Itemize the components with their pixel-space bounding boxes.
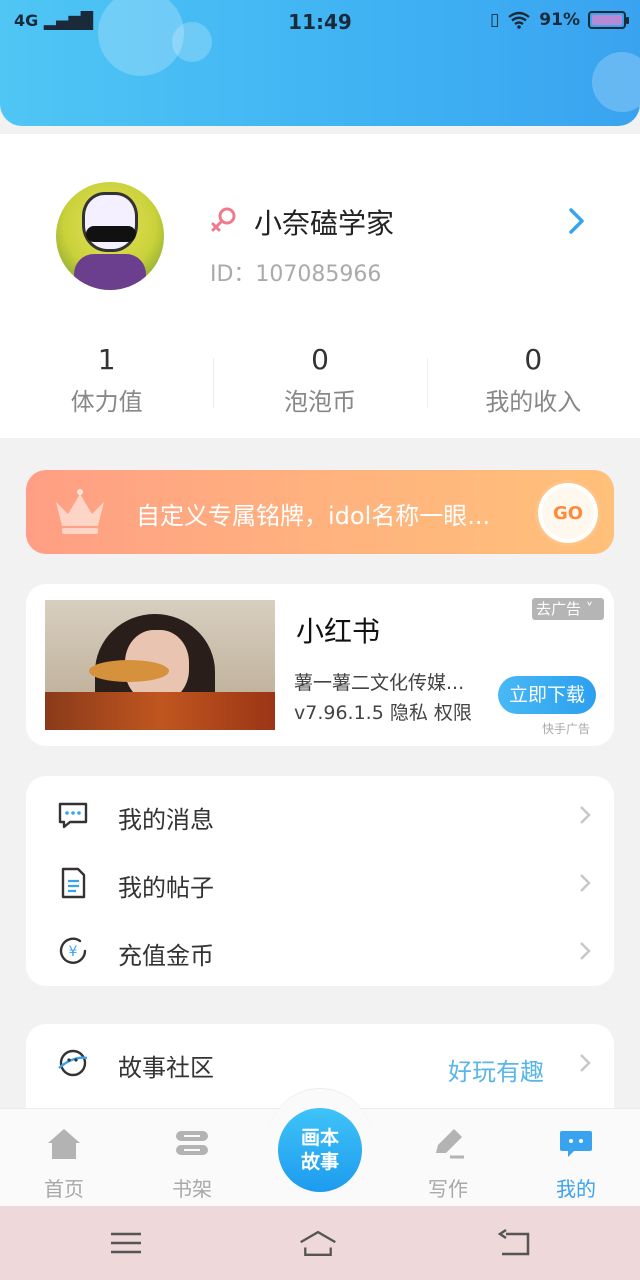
ad-title: 小红书 [296,615,381,648]
home-button-icon[interactable] [298,1226,338,1260]
home-icon [48,1129,80,1159]
menu-item-messages[interactable]: 我的消息 [26,780,614,848]
chevron-right-icon [580,942,591,960]
draw-story-button[interactable]: 画本故事 [278,1108,362,1192]
stat-bubble-coins[interactable]: 0 泡泡币 [213,340,426,430]
battery-icon [588,11,629,29]
menu-item-posts[interactable]: 我的帖子 [26,848,614,916]
chat-bubble-icon [560,1131,592,1157]
status-bar: 4G ▂▄▆█ 11:49 ▯ 91% [0,0,640,44]
stat-income[interactable]: 0 我的收入 [426,340,640,430]
chevron-right-icon [580,874,591,892]
battery-percent: 91% [539,10,580,30]
bookshelf-icon [176,1131,208,1155]
tab-bookshelf[interactable]: 书架 [152,1119,232,1202]
coin-icon: ¥ [59,937,87,964]
ad-company: 薯一薯二文化传媒... [294,672,465,694]
ad-image[interactable] [45,600,275,730]
remove-ad-button[interactable]: 去广告 ˅ [532,598,604,620]
system-navigation-bar [0,1206,640,1280]
chevron-right-icon[interactable] [566,206,588,236]
stats-row: 1 体力值 0 泡泡币 0 我的收入 [0,340,640,430]
pen-icon [436,1129,464,1159]
menu-item-story-community[interactable]: 故事社区 好玩有趣 [26,1028,614,1096]
tab-mine[interactable]: 我的 [536,1119,616,1202]
vibrate-icon: ▯ [489,10,500,30]
document-icon [61,867,86,899]
menu-item-recharge[interactable]: ¥ 充值金币 [26,916,614,984]
draw-story-label: 画本故事 [300,1127,339,1173]
user-id: ID：107085966 [210,262,382,287]
ad-version[interactable]: v7.96.1.5 隐私 权限 [294,698,472,725]
chevron-right-icon [580,806,591,824]
ad-source: 快手广告 [542,722,591,736]
banner-text: 自定义专属铭牌，idol名称一眼... [136,502,491,530]
tab-write[interactable]: 写作 [408,1119,488,1202]
planet-icon [58,1049,88,1077]
menu-icon[interactable] [106,1226,146,1260]
tab-home[interactable]: 首页 [24,1119,104,1202]
username: 小奈磕学家 [254,207,395,240]
svg-text:¥: ¥ [69,944,78,960]
nameplate-banner[interactable]: 自定义专属铭牌，idol名称一眼... GO [26,470,614,554]
back-icon[interactable] [494,1226,534,1260]
female-gender-icon [211,207,236,232]
stat-stamina[interactable]: 1 体力值 [0,340,213,430]
ad-card[interactable]: 小红书 去广告 ˅ 薯一薯二文化传媒... v7.96.1.5 隐私 权限 立即… [26,584,614,746]
avatar[interactable] [56,182,164,290]
message-icon [58,802,88,829]
community-tagline: 好玩有趣 [448,1058,544,1086]
go-button[interactable]: GO [538,483,598,543]
menu-card: 我的消息 我的帖子 ¥ 充值金币 [26,776,614,986]
download-button[interactable]: 立即下载 [498,676,596,714]
wifi-icon [508,11,531,29]
crown-icon [56,489,104,534]
chevron-right-icon [580,1054,591,1072]
profile-card[interactable]: 小奈磕学家 ID：107085966 1 体力值 0 泡泡币 0 我的收入 [0,134,640,438]
